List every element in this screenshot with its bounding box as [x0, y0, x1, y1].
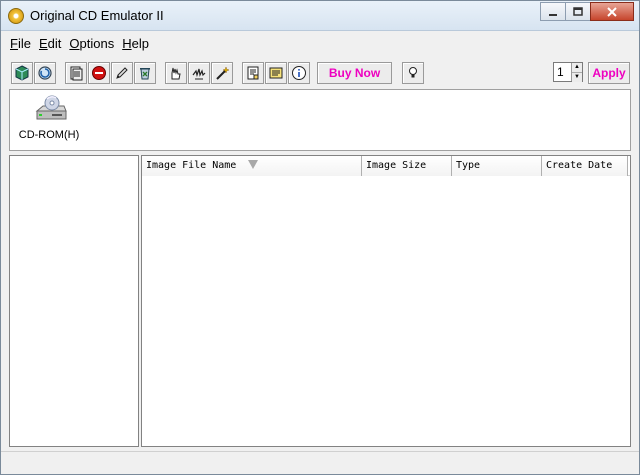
minimize-button[interactable] — [540, 2, 566, 21]
document-icon — [70, 66, 83, 81]
close-button[interactable] — [590, 2, 634, 21]
app-cd-icon[interactable] — [8, 8, 24, 24]
info-button[interactable] — [288, 62, 310, 84]
drive-panel: CD-ROM(H) — [9, 89, 631, 151]
cube-icon — [15, 65, 29, 81]
spin-down-icon[interactable]: ▼ — [572, 72, 582, 82]
tips-button[interactable] — [402, 62, 424, 84]
unmount-button[interactable] — [188, 62, 210, 84]
drive-label: CD-ROM(H) — [18, 129, 80, 141]
menu-help[interactable]: Help — [122, 36, 149, 51]
notepad-icon — [269, 67, 283, 79]
copy-button[interactable] — [65, 62, 87, 84]
window-title: Original CD Emulator II — [30, 8, 164, 23]
recycle-bin-icon — [140, 68, 150, 80]
stop-button[interactable] — [88, 62, 110, 84]
image-list-pane[interactable]: Image File Name Image Size Type Create D… — [141, 155, 631, 447]
status-bar — [1, 451, 639, 474]
maximize-button[interactable] — [565, 2, 591, 21]
count-spinner-value[interactable]: 1 — [554, 63, 571, 81]
menu-bar: File Edit Options Help — [1, 32, 639, 54]
report-icon — [247, 66, 259, 80]
spinner-arrows: ▲ ▼ — [571, 63, 582, 82]
report-button[interactable] — [242, 62, 264, 84]
hand-point-icon — [171, 67, 181, 80]
edit-button[interactable] — [111, 62, 133, 84]
column-header-image-file-name[interactable]: Image File Name — [142, 156, 362, 176]
light-bulb-icon — [409, 67, 417, 78]
window-controls — [540, 2, 634, 21]
column-header-type[interactable]: Type — [452, 156, 542, 176]
drive-item[interactable]: CD-ROM(H) — [18, 95, 80, 147]
menu-file[interactable]: File — [10, 36, 31, 51]
new-image-button[interactable] — [11, 62, 33, 84]
folder-tree-pane[interactable] — [9, 155, 139, 447]
mount-button[interactable] — [165, 62, 187, 84]
magic-button[interactable] — [211, 62, 233, 84]
maximize-icon — [573, 6, 583, 16]
spin-up-icon[interactable]: ▲ — [572, 63, 582, 72]
menu-options[interactable]: Options — [69, 36, 114, 51]
close-icon — [607, 6, 617, 17]
app-window: Original CD Emulator II File Edit Option… — [0, 0, 640, 475]
pencil-icon — [116, 67, 128, 79]
sort-descending-icon — [248, 160, 258, 169]
minimize-icon — [549, 13, 557, 16]
apply-button[interactable]: Apply — [588, 62, 630, 84]
delete-button[interactable] — [134, 62, 156, 84]
refresh-button[interactable] — [34, 62, 56, 84]
count-spinner[interactable]: 1 ▲ ▼ — [553, 62, 583, 82]
notes-button[interactable] — [265, 62, 287, 84]
buy-now-button[interactable]: Buy Now — [317, 62, 392, 84]
stop-icon — [92, 66, 106, 80]
cd-drive-icon — [34, 95, 67, 125]
list-header: Image File Name Image Size Type Create D… — [142, 156, 630, 176]
hand-wave-icon — [192, 68, 206, 80]
title-bar[interactable]: Original CD Emulator II — [1, 1, 639, 31]
menu-edit[interactable]: Edit — [39, 36, 61, 51]
column-header-create-date[interactable]: Create Date — [542, 156, 628, 176]
toolbar: Buy Now 1 ▲ ▼ Apply — [1, 59, 639, 87]
magic-wand-icon — [216, 66, 230, 80]
refresh-disc-icon — [38, 66, 52, 80]
column-header-image-size[interactable]: Image Size — [362, 156, 452, 176]
info-icon — [292, 66, 306, 80]
